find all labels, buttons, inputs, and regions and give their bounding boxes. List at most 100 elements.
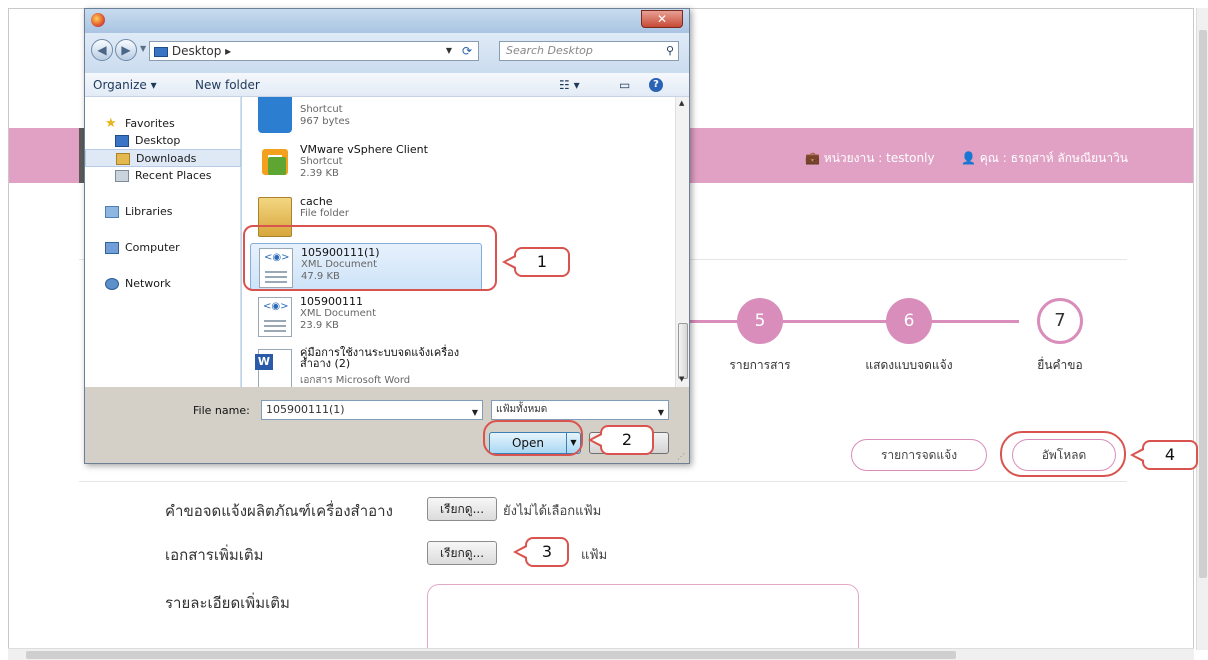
page-horizontal-scrollbar[interactable] (8, 648, 1194, 660)
xml-document-icon: <◉> (258, 297, 292, 337)
user-info: 👤 คุณ : ธรฤสาห์ ลักษณียนาวิน (961, 149, 1128, 168)
back-button[interactable]: ◀ (91, 39, 113, 61)
dialog-titlebar[interactable]: ✕ (85, 9, 689, 33)
file-name: VMware vSphere Client (300, 143, 428, 156)
shortcut-app-icon (258, 97, 292, 133)
callout-2: 2 (588, 425, 654, 455)
step-5-label: รายการสาร (729, 358, 791, 372)
preview-pane-icon[interactable]: ▭ (619, 78, 630, 92)
nav-desktop-label: Desktop (135, 134, 181, 147)
highlight-open-button (483, 420, 583, 456)
nav-downloads[interactable]: Downloads (85, 149, 241, 167)
file-type: เอกสาร Microsoft Word (300, 375, 411, 386)
step-6[interactable]: 6 (886, 298, 932, 344)
desktop-icon (154, 46, 168, 57)
nav-desktop[interactable]: Desktop (85, 132, 241, 150)
downloads-folder-icon (116, 153, 130, 165)
file-type-value: แฟ้มทั้งหมด (496, 404, 548, 415)
notification-list-button[interactable]: รายการจดแจ้ง (851, 439, 987, 471)
address-text: Desktop (171, 44, 222, 58)
cosmetic-request-file-status: ยังไม่ได้เลือกแฟ้ม (503, 504, 602, 519)
address-dropdown-icon[interactable]: ▼ (446, 42, 452, 60)
nav-libraries[interactable]: Libraries (85, 203, 241, 221)
address-chevron-icon: ▸ (225, 44, 232, 58)
additional-docs-browse-button[interactable]: เรียกดู... (427, 541, 497, 565)
close-button[interactable]: ✕ (641, 10, 683, 28)
file-item-105900111[interactable]: <◉> 105900111 XML Document 23.9 KB (250, 293, 482, 341)
organize-button[interactable]: Organize ▾ (93, 78, 157, 92)
divider (79, 481, 1127, 482)
dialog-navbar: ◀ ▶ ▼ Desktop ▸ ▼ ⟳ Search Desktop ⚲ (85, 33, 689, 73)
forward-arrow-icon: ▶ (121, 43, 131, 57)
step-5[interactable]: 5 (737, 298, 783, 344)
new-folder-button[interactable]: New folder (195, 78, 260, 92)
highlight-selected-file (243, 225, 497, 291)
additional-details-textarea[interactable] (427, 584, 859, 648)
search-input[interactable]: Search Desktop ⚲ (499, 41, 679, 61)
page-horizontal-scroll-thumb[interactable] (26, 651, 956, 659)
page-vertical-scroll-thumb[interactable] (1199, 30, 1207, 578)
scroll-down-icon[interactable]: ▼ (679, 375, 684, 383)
user-icon: 👤 (961, 151, 976, 165)
file-name-input[interactable]: 105900111(1) ▼ (261, 400, 483, 420)
file-size: 2.39 KB (300, 168, 339, 179)
refresh-icon[interactable]: ⟳ (462, 42, 472, 60)
dialog-toolbar: Organize ▾ New folder ☷ ▾ ▭ ? (85, 73, 689, 97)
network-icon (105, 278, 119, 290)
additional-details-label: รายละเอียดเพิ่มเติม (165, 594, 290, 612)
nav-network[interactable]: Network (85, 275, 241, 293)
nav-computer[interactable]: Computer (85, 239, 241, 257)
resize-grip-icon[interactable]: ⋰ (677, 452, 685, 461)
file-type-dropdown-icon: ▼ (657, 408, 664, 417)
step-7-label: ยื่นคำขอ (1037, 358, 1083, 372)
nav-favorites-label: Favorites (125, 117, 175, 130)
scroll-up-icon[interactable]: ▲ (679, 99, 684, 107)
firefox-icon (91, 13, 105, 27)
step-6-label: แสดงแบบจดแจ้ง (865, 358, 953, 372)
file-name: คู่มือการใช้งานระบบจดแจ้งเครื่องสำอาง (2… (300, 346, 460, 370)
file-type: XML Document (300, 308, 377, 319)
file-name-value: 105900111(1) (266, 403, 345, 416)
file-list-scrollbar[interactable]: ▲ ▼ (675, 97, 689, 387)
recent-places-icon (115, 170, 129, 182)
forward-button[interactable]: ▶ (115, 39, 137, 61)
callout-1: 1 (502, 247, 570, 277)
file-item-vmware[interactable]: VMware vSphere Client Shortcut 2.39 KB (250, 141, 482, 189)
highlight-upload-button (1000, 431, 1126, 477)
close-icon: ✕ (656, 12, 668, 26)
file-type: Shortcut (300, 104, 343, 115)
nav-recent-places-label: Recent Places (135, 169, 212, 182)
search-placeholder: Search Desktop (506, 44, 593, 57)
cosmetic-request-browse-button[interactable]: เรียกดู... (427, 497, 497, 521)
dialog-bottom-pane: File name: 105900111(1) ▼ แฟ้มทั้งหมด ▼ … (85, 387, 689, 463)
nav-recent-places[interactable]: Recent Places (85, 167, 241, 185)
step-7[interactable]: 7 (1037, 298, 1083, 344)
nav-libraries-label: Libraries (125, 205, 173, 218)
back-arrow-icon: ◀ (97, 43, 107, 57)
file-list-scroll-thumb[interactable] (678, 323, 688, 379)
file-name: 105900111 (300, 295, 363, 308)
nav-network-label: Network (125, 277, 171, 290)
user-text: คุณ : ธรฤสาห์ ลักษณียนาวิน (979, 151, 1129, 165)
help-icon[interactable]: ? (649, 78, 663, 92)
file-size: 23.9 KB (300, 320, 339, 331)
navigation-pane: ★ Favorites Desktop Downloads Recent Pla… (85, 97, 241, 387)
file-size: 967 bytes (300, 116, 350, 127)
file-type: File folder (300, 208, 349, 219)
additional-docs-label: เอกสารเพิ่มเติม (165, 546, 264, 564)
file-item-manual-doc[interactable]: W คู่มือการใช้งานระบบจดแจ้งเครื่องสำอาง … (250, 345, 482, 387)
page-vertical-scrollbar[interactable] (1196, 8, 1208, 650)
callout-4: 4 (1130, 440, 1198, 470)
file-item-shortcut[interactable]: Shortcut 967 bytes (250, 97, 482, 137)
unit-info: 💼 หน่วยงาน : testonly (805, 149, 935, 168)
file-name-dropdown-icon[interactable]: ▼ (472, 404, 478, 422)
cosmetic-request-label: คำขอจดแจ้งผลิตภัณฑ์เครื่องสำอาง (165, 502, 393, 520)
search-icon[interactable]: ⚲ (666, 42, 674, 60)
address-bar[interactable]: Desktop ▸ ▼ ⟳ (149, 41, 479, 61)
history-chevron-icon[interactable]: ▼ (140, 44, 146, 53)
view-options-icon[interactable]: ☷ ▾ (559, 78, 580, 92)
desktop-icon (115, 135, 129, 147)
file-type-select[interactable]: แฟ้มทั้งหมด ▼ (491, 400, 669, 420)
nav-favorites[interactable]: ★ Favorites (85, 115, 241, 133)
vmware-icon (258, 145, 292, 185)
